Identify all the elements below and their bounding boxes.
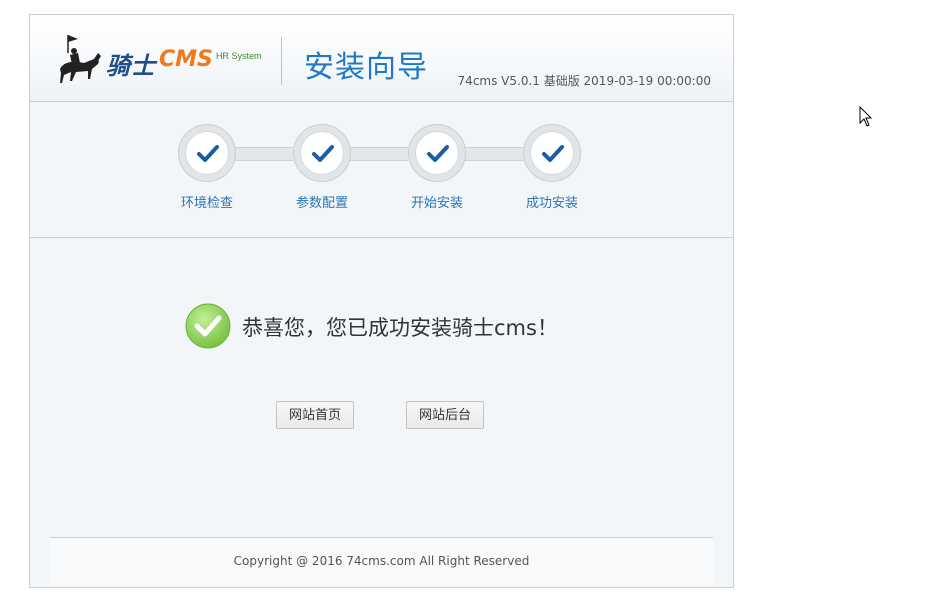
step-ring [408, 124, 466, 182]
step-label: 参数配置 [295, 196, 348, 211]
checkmark-icon [542, 145, 564, 162]
step-inner [185, 131, 229, 175]
step-ring [523, 124, 581, 182]
checkmark-icon [312, 145, 334, 162]
knight-logo-icon [60, 35, 101, 83]
copyright-text: Copyright @ 2016 74cms.com All Right Res… [233, 554, 530, 568]
success-check-icon [185, 303, 231, 349]
step-label: 环境检查 [180, 196, 233, 211]
page-title: 安装向导 [304, 50, 428, 85]
step-start-install: 开始安装 [397, 124, 477, 211]
step-inner [415, 131, 459, 175]
checkmark-icon [427, 145, 449, 162]
step-install-success: 成功安装 [512, 124, 592, 211]
website-home-button[interactable]: 网站首页 [276, 401, 354, 429]
header: 骑士 CMS HR System 安装向导 74cms V5.0.1 基础版 2… [30, 15, 733, 102]
footer: Copyright @ 2016 74cms.com All Right Res… [50, 538, 713, 587]
success-message: 恭喜您，您已成功安装骑士cms！ [242, 316, 558, 340]
logo-text-cms: CMS [159, 47, 213, 72]
step-ring [293, 124, 351, 182]
step-label: 开始安装 [410, 196, 463, 211]
checkmark-icon [197, 145, 219, 162]
step-inner [300, 131, 344, 175]
step-inner [530, 131, 574, 175]
logo-text-hr: HR System [216, 51, 262, 61]
step-label: 成功安装 [525, 196, 578, 211]
website-admin-button[interactable]: 网站后台 [406, 401, 484, 429]
installer-window: 骑士 CMS HR System 安装向导 74cms V5.0.1 基础版 2… [29, 14, 734, 588]
step-progress: 环境检查 参数配置 开始安装 成功安装 [30, 102, 733, 238]
step-environment-check: 环境检查 [167, 124, 247, 211]
mouse-pointer-icon [859, 106, 873, 127]
step-ring [178, 124, 236, 182]
version-info: 74cms V5.0.1 基础版 2019-03-19 00:00:00 [457, 74, 711, 88]
logo-text-cn: 骑士 [106, 51, 156, 80]
header-divider [281, 37, 282, 85]
step-parameter-config: 参数配置 [282, 124, 362, 211]
